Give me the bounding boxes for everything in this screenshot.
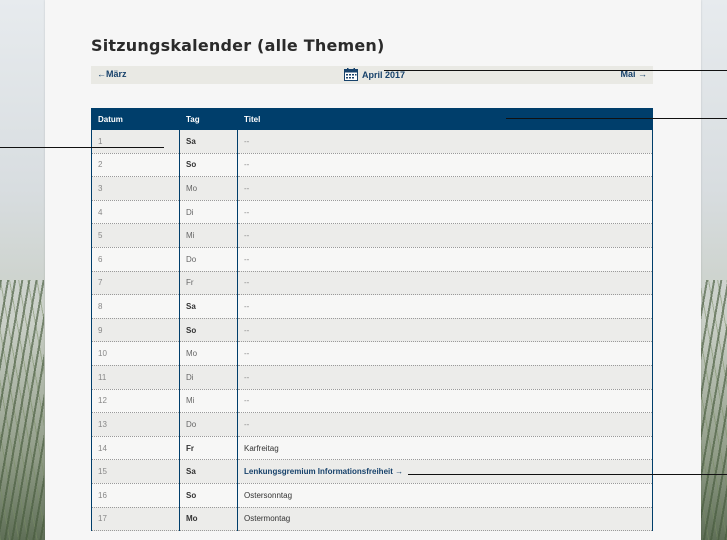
table-row: 11 Di -- (91, 365, 653, 390)
cell-date: 16 (91, 483, 180, 508)
cell-title: -- (237, 341, 653, 366)
table-row: 16 So Ostersonntag (91, 483, 653, 508)
annotation-line (506, 118, 727, 119)
table-row: 10 Mo -- (91, 341, 653, 366)
cell-date: 12 (91, 389, 180, 414)
cell-day: So (179, 153, 238, 178)
cell-day: Mi (179, 389, 238, 414)
cell-date: 5 (91, 223, 180, 248)
column-header-title: Titel (237, 108, 653, 130)
cell-title: Lenkungsgremium Informationsfreiheit → (237, 459, 653, 484)
table-row: 15 Sa Lenkungsgremium Informationsfreiheit… (91, 459, 653, 484)
table-row: 2 So -- (91, 153, 653, 178)
table-row: 4 Di -- (91, 200, 653, 225)
cell-day: So (179, 318, 238, 343)
annotation-line (0, 147, 164, 148)
table-row: 14 Fr Karfreitag (91, 436, 653, 461)
table-row: 6 Do -- (91, 247, 653, 272)
cell-title: -- (237, 130, 653, 154)
page-title: Sitzungskalender (alle Themen) (91, 36, 385, 55)
grass-decoration-left (0, 280, 44, 540)
cell-day: So (179, 483, 238, 508)
cell-date: 9 (91, 318, 180, 343)
cell-title: -- (237, 200, 653, 225)
cell-date: 1 (91, 130, 180, 154)
cell-date: 8 (91, 294, 180, 319)
table-row: 5 Mi -- (91, 223, 653, 248)
current-month-label: April 2017 (362, 69, 406, 80)
table-row: 9 So -- (91, 318, 653, 343)
cell-title: -- (237, 318, 653, 343)
content-panel: Sitzungskalender (alle Themen) ←März Apr… (45, 0, 701, 540)
cell-title: Karfreitag (237, 436, 653, 461)
annotation-line (408, 474, 727, 475)
cell-title: -- (237, 412, 653, 437)
calendar-icon (344, 68, 358, 81)
cell-title: -- (237, 389, 653, 414)
table-row: 7 Fr -- (91, 271, 653, 296)
cell-day: Do (179, 412, 238, 437)
cell-day: Mo (179, 507, 238, 532)
cell-day: Di (179, 200, 238, 225)
cell-day: Fr (179, 436, 238, 461)
table-row: 13 Do -- (91, 412, 653, 437)
cell-day: Sa (179, 130, 238, 154)
cell-title: -- (237, 271, 653, 296)
cell-day: Do (179, 247, 238, 272)
column-header-day: Tag (179, 108, 238, 130)
cell-date: 2 (91, 153, 180, 178)
cell-day: Mo (179, 176, 238, 201)
grass-decoration-right (699, 280, 727, 540)
table-row: 8 Sa -- (91, 294, 653, 319)
cell-date: 7 (91, 271, 180, 296)
column-header-date: Datum (91, 108, 180, 130)
cell-date: 11 (91, 365, 180, 390)
cell-date: 4 (91, 200, 180, 225)
cell-date: 17 (91, 507, 180, 532)
cell-day: Fr (179, 271, 238, 296)
cell-title: -- (237, 247, 653, 272)
cell-date: 6 (91, 247, 180, 272)
table-row: 3 Mo -- (91, 176, 653, 201)
cell-title: -- (237, 223, 653, 248)
cell-title: -- (237, 153, 653, 178)
cell-date: 13 (91, 412, 180, 437)
calendar-table: Datum Tag Titel 1 Sa -- 2 So -- 3 Mo -- 4 Di -- 5 Mi -… (91, 108, 653, 532)
cell-title: Ostersonntag (237, 483, 653, 508)
cell-title: -- (237, 176, 653, 201)
cell-title: Ostermontag (237, 507, 653, 532)
table-row: 12 Mi -- (91, 389, 653, 414)
previous-month-link[interactable]: ←März (97, 69, 127, 79)
table-header-row: Datum Tag Titel (91, 108, 653, 130)
annotation-line (384, 70, 727, 71)
table-row: 1 Sa -- (91, 130, 653, 154)
cell-day: Mo (179, 341, 238, 366)
cell-title: -- (237, 294, 653, 319)
session-link[interactable]: Lenkungsgremium Informationsfreiheit → (244, 467, 403, 476)
cell-date: 14 (91, 436, 180, 461)
cell-day: Sa (179, 294, 238, 319)
cell-day: Mi (179, 223, 238, 248)
cell-day: Sa (179, 459, 238, 484)
cell-date: 10 (91, 341, 180, 366)
cell-title: -- (237, 365, 653, 390)
cell-date: 15 (91, 459, 180, 484)
cell-day: Di (179, 365, 238, 390)
table-row: 17 Mo Ostermontag (91, 507, 653, 532)
month-navigation: ←März April 2017 Mai → (91, 66, 653, 84)
cell-date: 3 (91, 176, 180, 201)
